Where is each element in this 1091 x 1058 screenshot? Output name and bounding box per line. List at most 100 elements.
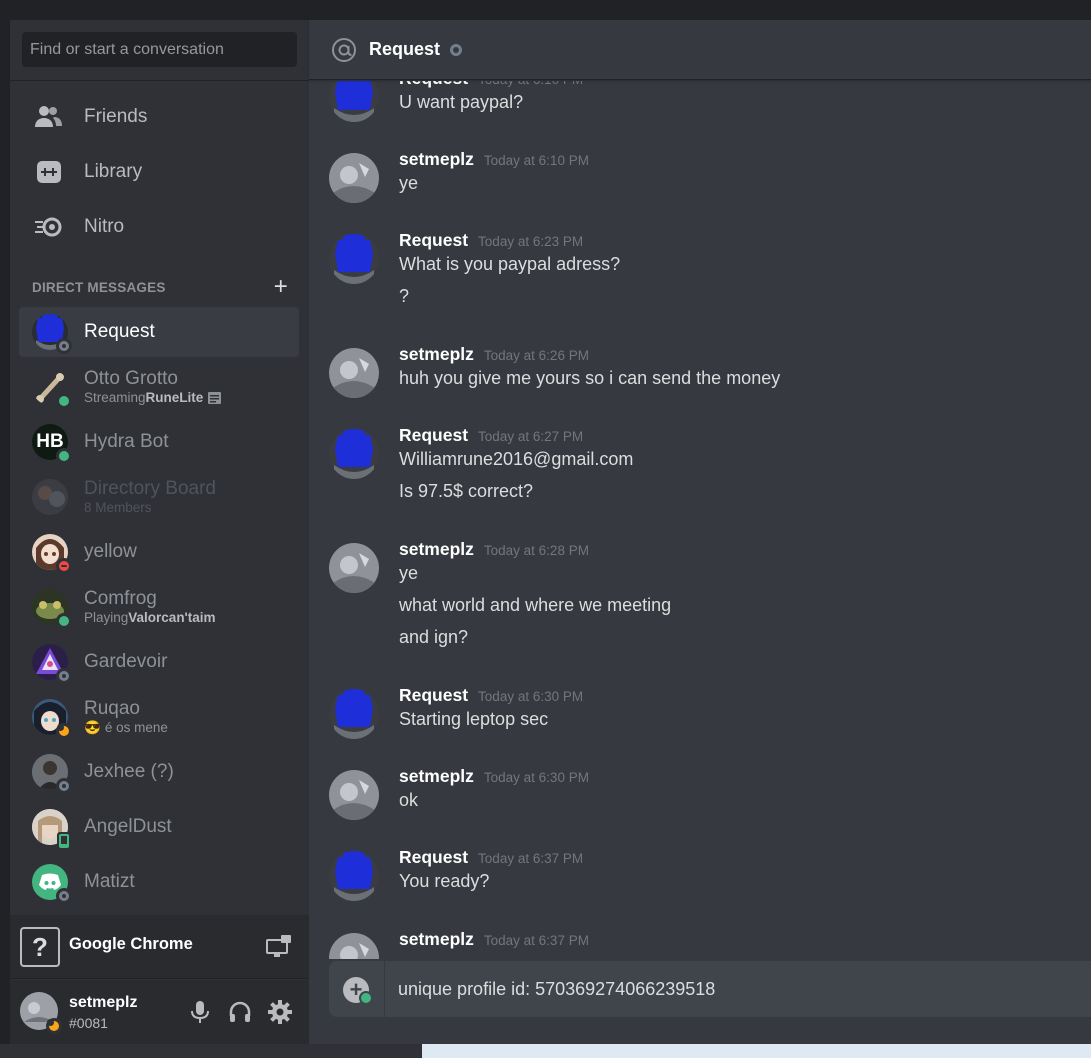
message-avatar[interactable] — [329, 81, 379, 122]
message-header: setmeplz Today at 6:26 PM — [399, 344, 589, 365]
user-panel: setmeplz #0081 — [10, 980, 309, 1044]
message-avatar[interactable] — [329, 429, 379, 479]
message-avatar[interactable] — [329, 851, 379, 901]
dm-name: Ruqao — [84, 698, 140, 719]
status-indicator — [56, 613, 72, 629]
avatar — [32, 589, 72, 629]
message-author[interactable]: setmeplz — [399, 539, 474, 560]
message-text: You ready? — [399, 871, 490, 891]
avatar — [32, 644, 72, 684]
settings-gear-icon[interactable] — [268, 1000, 292, 1024]
message-avatar[interactable] — [329, 348, 379, 398]
message-input[interactable]: unique profile id: 570369274066239518 — [398, 961, 715, 1017]
dm-name: Matizt — [84, 871, 135, 892]
nav-item-nitro[interactable]: Nitro — [19, 205, 299, 249]
nav-label: Library — [84, 161, 143, 182]
dm-item-otto-grotto[interactable]: Otto Grotto Streaming RuneLite — [19, 362, 299, 412]
message-avatar[interactable] — [329, 543, 379, 593]
nav-label: Friends — [84, 106, 148, 127]
status-indicator — [56, 558, 72, 574]
message-header: setmeplz Today at 6:30 PM — [399, 766, 589, 787]
dm-item-angeldust[interactable]: AngelDust — [19, 802, 299, 852]
message-avatar[interactable] — [329, 689, 379, 739]
dm-item-request[interactable]: Request — [19, 307, 299, 357]
direct-messages-label: DIRECT MESSAGES — [32, 279, 166, 295]
username: setmeplz — [69, 994, 138, 1011]
group-avatar — [32, 479, 68, 515]
message-header: Request Today at 6:23 PM — [399, 230, 583, 251]
message-header: Request Today at 6:37 PM — [399, 847, 583, 868]
dm-item-matizt[interactable]: Matizt — [19, 857, 299, 907]
message-header: Request Today at 6:30 PM — [399, 685, 583, 706]
channel-title: Request — [369, 39, 441, 59]
message-author[interactable]: Request — [399, 685, 468, 706]
message-avatar[interactable] — [329, 770, 379, 820]
nav-label: Nitro — [84, 216, 125, 237]
chat-header: Request — [309, 20, 1091, 80]
message-author[interactable]: setmeplz — [399, 149, 474, 170]
dm-item-comfrog[interactable]: Comfrog Playing Valorcan'taim — [19, 582, 299, 632]
avatar — [32, 864, 72, 904]
message-timestamp: Today at 6:30 PM — [478, 689, 584, 704]
avatar — [32, 809, 71, 850]
message-author[interactable]: Request — [399, 230, 468, 251]
message-avatar[interactable] — [329, 933, 379, 959]
message-author[interactable]: setmeplz — [399, 766, 474, 787]
user-avatar[interactable] — [20, 992, 62, 1034]
mobile-status-icon — [57, 832, 71, 850]
divider — [10, 80, 309, 81]
microphone-icon[interactable] — [188, 1000, 212, 1024]
message-header: setmeplz Today at 6:37 PM — [399, 929, 589, 950]
dm-activity: Streaming RuneLite — [84, 390, 222, 406]
divider — [384, 961, 385, 1017]
custom-status: 😎 é os mene — [84, 720, 168, 736]
message-text: Williamrune2016@gmail.com — [399, 449, 634, 469]
dm-item-directory-board[interactable]: Directory Board 8 Members — [19, 472, 299, 522]
dm-item-hydra-bot[interactable]: HB Hydra Bot — [19, 417, 299, 467]
search-input[interactable]: Find or start a conversation — [22, 32, 297, 67]
dm-name: Request — [84, 321, 155, 342]
nav-item-friends[interactable]: Friends — [19, 95, 299, 139]
message-avatar[interactable] — [329, 234, 379, 284]
message-list[interactable]: Request Today at 6:10 PM U want paypal? set… — [309, 81, 1091, 959]
dm-name: Gardevoir — [84, 651, 168, 672]
status-indicator — [56, 668, 72, 684]
status-indicator — [56, 448, 72, 464]
message-author[interactable]: setmeplz — [399, 929, 474, 950]
screen-share-icon[interactable] — [266, 935, 292, 959]
window-bottom-bar — [0, 1044, 1091, 1058]
message-author[interactable]: Request — [399, 847, 468, 868]
member-count: 8 Members — [84, 500, 152, 515]
message-timestamp: Today at 6:23 PM — [478, 234, 584, 249]
message-timestamp: Today at 6:26 PM — [483, 348, 589, 363]
status-indicator — [450, 43, 463, 56]
activity-title: Google Chrome — [69, 935, 193, 953]
custom-status-text: é os mene — [104, 720, 168, 735]
friends-icon — [33, 101, 65, 133]
dm-item-gardevoir[interactable]: Gardevoir — [19, 637, 299, 687]
details-icon — [208, 392, 222, 404]
dm-item-yellow[interactable]: yellow — [19, 527, 299, 577]
message-text: and ign? — [399, 627, 469, 647]
add-dm-button[interactable]: + — [274, 275, 288, 299]
message-author[interactable]: Request — [399, 81, 468, 89]
sunglasses-emoji: 😎 — [84, 720, 101, 735]
message-author[interactable]: Request — [399, 425, 468, 446]
dm-name: Otto Grotto — [84, 368, 178, 389]
unknown-game-icon: ? — [20, 927, 60, 967]
activity-play-icon — [359, 991, 373, 1005]
message-text: what world and where we meeting — [399, 595, 672, 615]
status-indicator — [56, 778, 72, 794]
message-author[interactable]: setmeplz — [399, 344, 474, 365]
message-avatar[interactable] — [329, 153, 379, 203]
status-indicator — [56, 338, 72, 354]
dm-item-jexhee[interactable]: Jexhee (?) — [19, 747, 299, 797]
message-text: ye — [399, 173, 419, 193]
message-text: ok — [399, 790, 419, 810]
dm-item-ruqao[interactable]: Ruqao 😎 é os mene — [19, 692, 299, 742]
nav-item-library[interactable]: Library — [19, 150, 299, 194]
avatar — [32, 314, 72, 354]
headphones-icon[interactable] — [228, 1000, 252, 1024]
message-header: setmeplz Today at 6:28 PM — [399, 539, 589, 560]
message-text: Starting leptop sec — [399, 709, 549, 729]
